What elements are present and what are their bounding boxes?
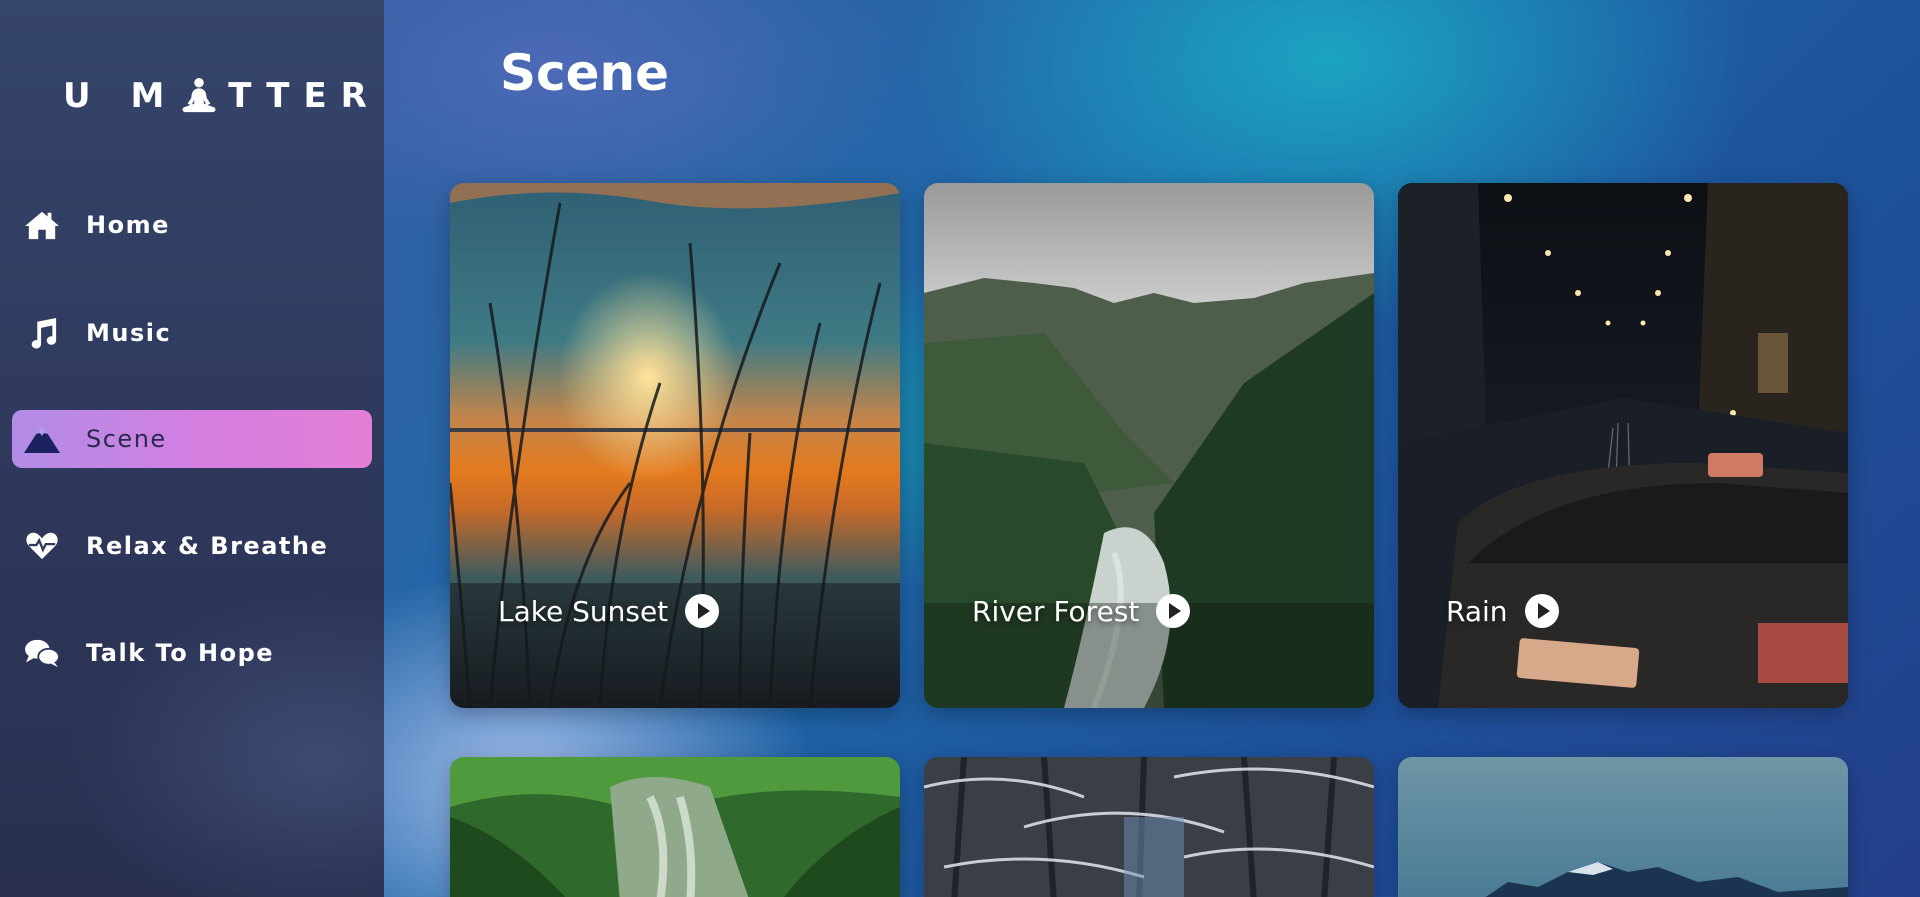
sidebar-item-scene[interactable]: Scene — [12, 410, 372, 468]
meditation-icon — [180, 76, 218, 116]
mountain-image — [1398, 757, 1848, 897]
sidebar-item-talk-to-hope[interactable]: Talk To Hope — [12, 624, 372, 682]
scene-title: Rain — [1446, 594, 1508, 628]
river-forest-image — [924, 183, 1374, 708]
sidebar-item-label: Music — [86, 319, 172, 347]
scene-caption: Rain — [1446, 593, 1560, 629]
scene-card-waterfall[interactable] — [450, 757, 900, 897]
sidebar: U M TTER Home Music Scene Relax & Breath… — [0, 0, 384, 897]
scene-title: Lake Sunset — [498, 594, 669, 628]
rain-image — [1398, 183, 1848, 708]
music-note-icon — [22, 316, 62, 350]
lake-sunset-image — [450, 183, 900, 708]
scene-title: River Forest — [972, 594, 1140, 628]
sidebar-item-home[interactable]: Home — [12, 196, 372, 254]
logo-text-right: TTER — [228, 76, 381, 116]
play-icon[interactable] — [1524, 593, 1560, 629]
scene-card-mountain[interactable] — [1398, 757, 1848, 897]
mountain-icon — [22, 422, 62, 456]
scene-card-lake-sunset[interactable]: Lake Sunset — [450, 183, 900, 708]
logo-text-left: U M — [63, 76, 179, 116]
app-logo[interactable]: U M TTER — [63, 76, 381, 116]
play-icon[interactable] — [684, 593, 720, 629]
heartbeat-icon — [22, 529, 62, 563]
home-icon — [22, 208, 62, 242]
waterfall-image — [450, 757, 900, 897]
sidebar-item-label: Relax & Breathe — [86, 532, 329, 560]
scene-card-river-forest[interactable]: River Forest — [924, 183, 1374, 708]
play-icon[interactable] — [1155, 593, 1191, 629]
chat-bubbles-icon — [22, 636, 62, 670]
sidebar-item-relax-breathe[interactable]: Relax & Breathe — [12, 517, 372, 575]
snow-forest-image — [924, 757, 1374, 897]
sidebar-item-label: Scene — [86, 425, 167, 453]
scene-card-rain[interactable]: Rain — [1398, 183, 1848, 708]
scene-caption: Lake Sunset — [498, 593, 720, 629]
page-title: Scene — [500, 44, 670, 102]
scene-caption: River Forest — [972, 593, 1191, 629]
sidebar-item-label: Home — [86, 211, 170, 239]
sidebar-item-label: Talk To Hope — [86, 639, 275, 667]
scene-card-snow-forest[interactable] — [924, 757, 1374, 897]
sidebar-item-music[interactable]: Music — [12, 304, 372, 362]
